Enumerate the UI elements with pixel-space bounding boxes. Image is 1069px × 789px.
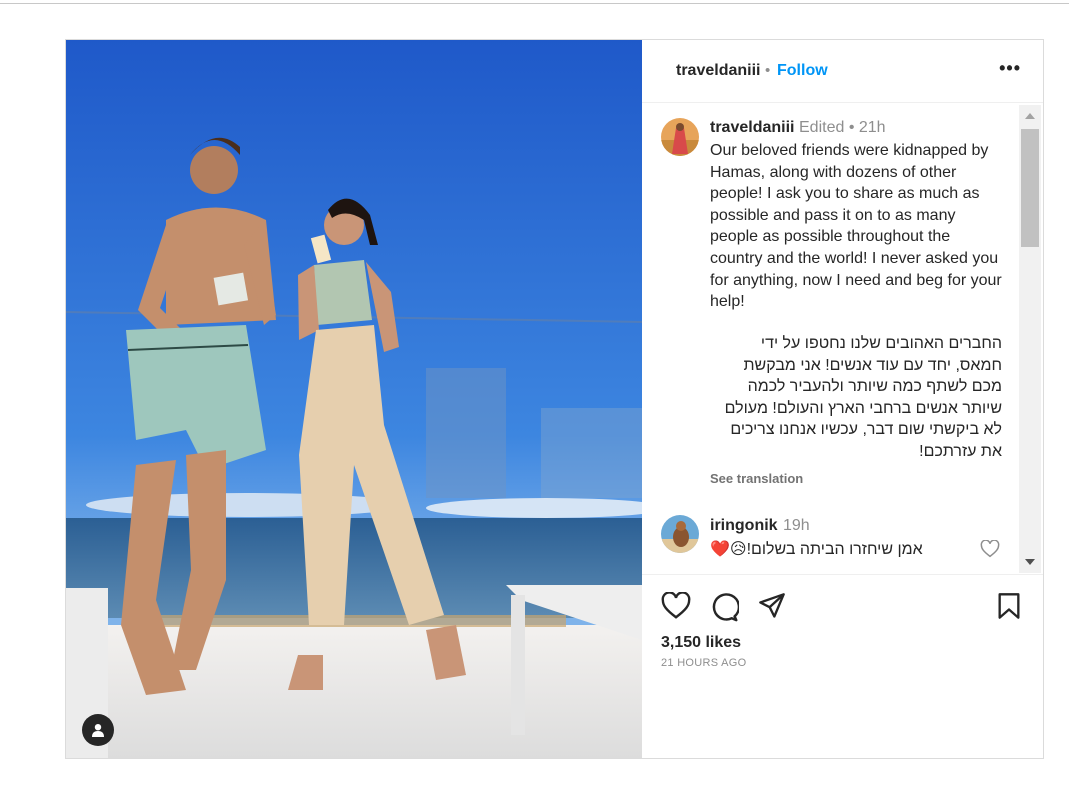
- likes-count[interactable]: 3,150 likes: [661, 634, 741, 652]
- header-separator: •: [765, 62, 771, 79]
- person-tag-icon: [92, 724, 104, 737]
- comment-text: אמן שיחזרו הביתה בשלום!😥❤️: [710, 541, 923, 558]
- tagged-people-button[interactable]: [82, 714, 114, 746]
- window-top-divider: [0, 3, 1069, 4]
- post-side-panel: traveldaniii • Follow ••• traveldaniii E…: [642, 40, 1043, 758]
- post-header: traveldaniii • Follow •••: [642, 40, 1043, 103]
- post-author-username[interactable]: traveldaniii: [676, 62, 760, 80]
- caption-hebrew-text: החברים האהובים שלנו נחטפו על ידי חמאס, י…: [724, 335, 1002, 460]
- comment-like-heart-icon[interactable]: [980, 540, 1000, 558]
- share-icon[interactable]: [758, 592, 786, 620]
- caption-english-text: Our beloved friends were kidnapped by Ha…: [710, 142, 1002, 311]
- scroll-down-arrow-icon[interactable]: [1025, 559, 1035, 565]
- caption-meta: Edited • 21h: [799, 119, 886, 136]
- more-icon[interactable]: •••: [999, 58, 1021, 79]
- caption-username[interactable]: traveldaniii: [710, 119, 794, 137]
- author-avatar-image: [661, 118, 699, 156]
- scrollbar-thumb[interactable]: [1021, 129, 1039, 247]
- comment-time: 19h: [783, 517, 810, 534]
- commenter-avatar[interactable]: [661, 515, 699, 553]
- author-avatar[interactable]: [661, 118, 699, 156]
- comments-scrollbar[interactable]: [1019, 105, 1041, 573]
- bookmark-icon[interactable]: [997, 592, 1021, 620]
- see-translation-link[interactable]: See translation: [710, 471, 803, 486]
- follow-button[interactable]: Follow: [777, 62, 828, 80]
- instagram-post-dialog: traveldaniii • Follow ••• traveldaniii E…: [65, 39, 1044, 759]
- post-action-bar: [642, 580, 1043, 626]
- post-photo[interactable]: [66, 40, 642, 758]
- scroll-up-arrow-icon[interactable]: [1025, 113, 1035, 119]
- post-photo-image: [66, 40, 642, 758]
- comment-icon[interactable]: [709, 592, 739, 622]
- commenter-avatar-image: [661, 515, 699, 553]
- post-timestamp: 21 HOURS AGO: [661, 657, 747, 669]
- comment-username[interactable]: iringonik: [710, 517, 778, 535]
- heart-icon[interactable]: [661, 592, 691, 620]
- comments-scroll-area[interactable]: traveldaniii Edited • 21h Our beloved fr…: [642, 103, 1043, 575]
